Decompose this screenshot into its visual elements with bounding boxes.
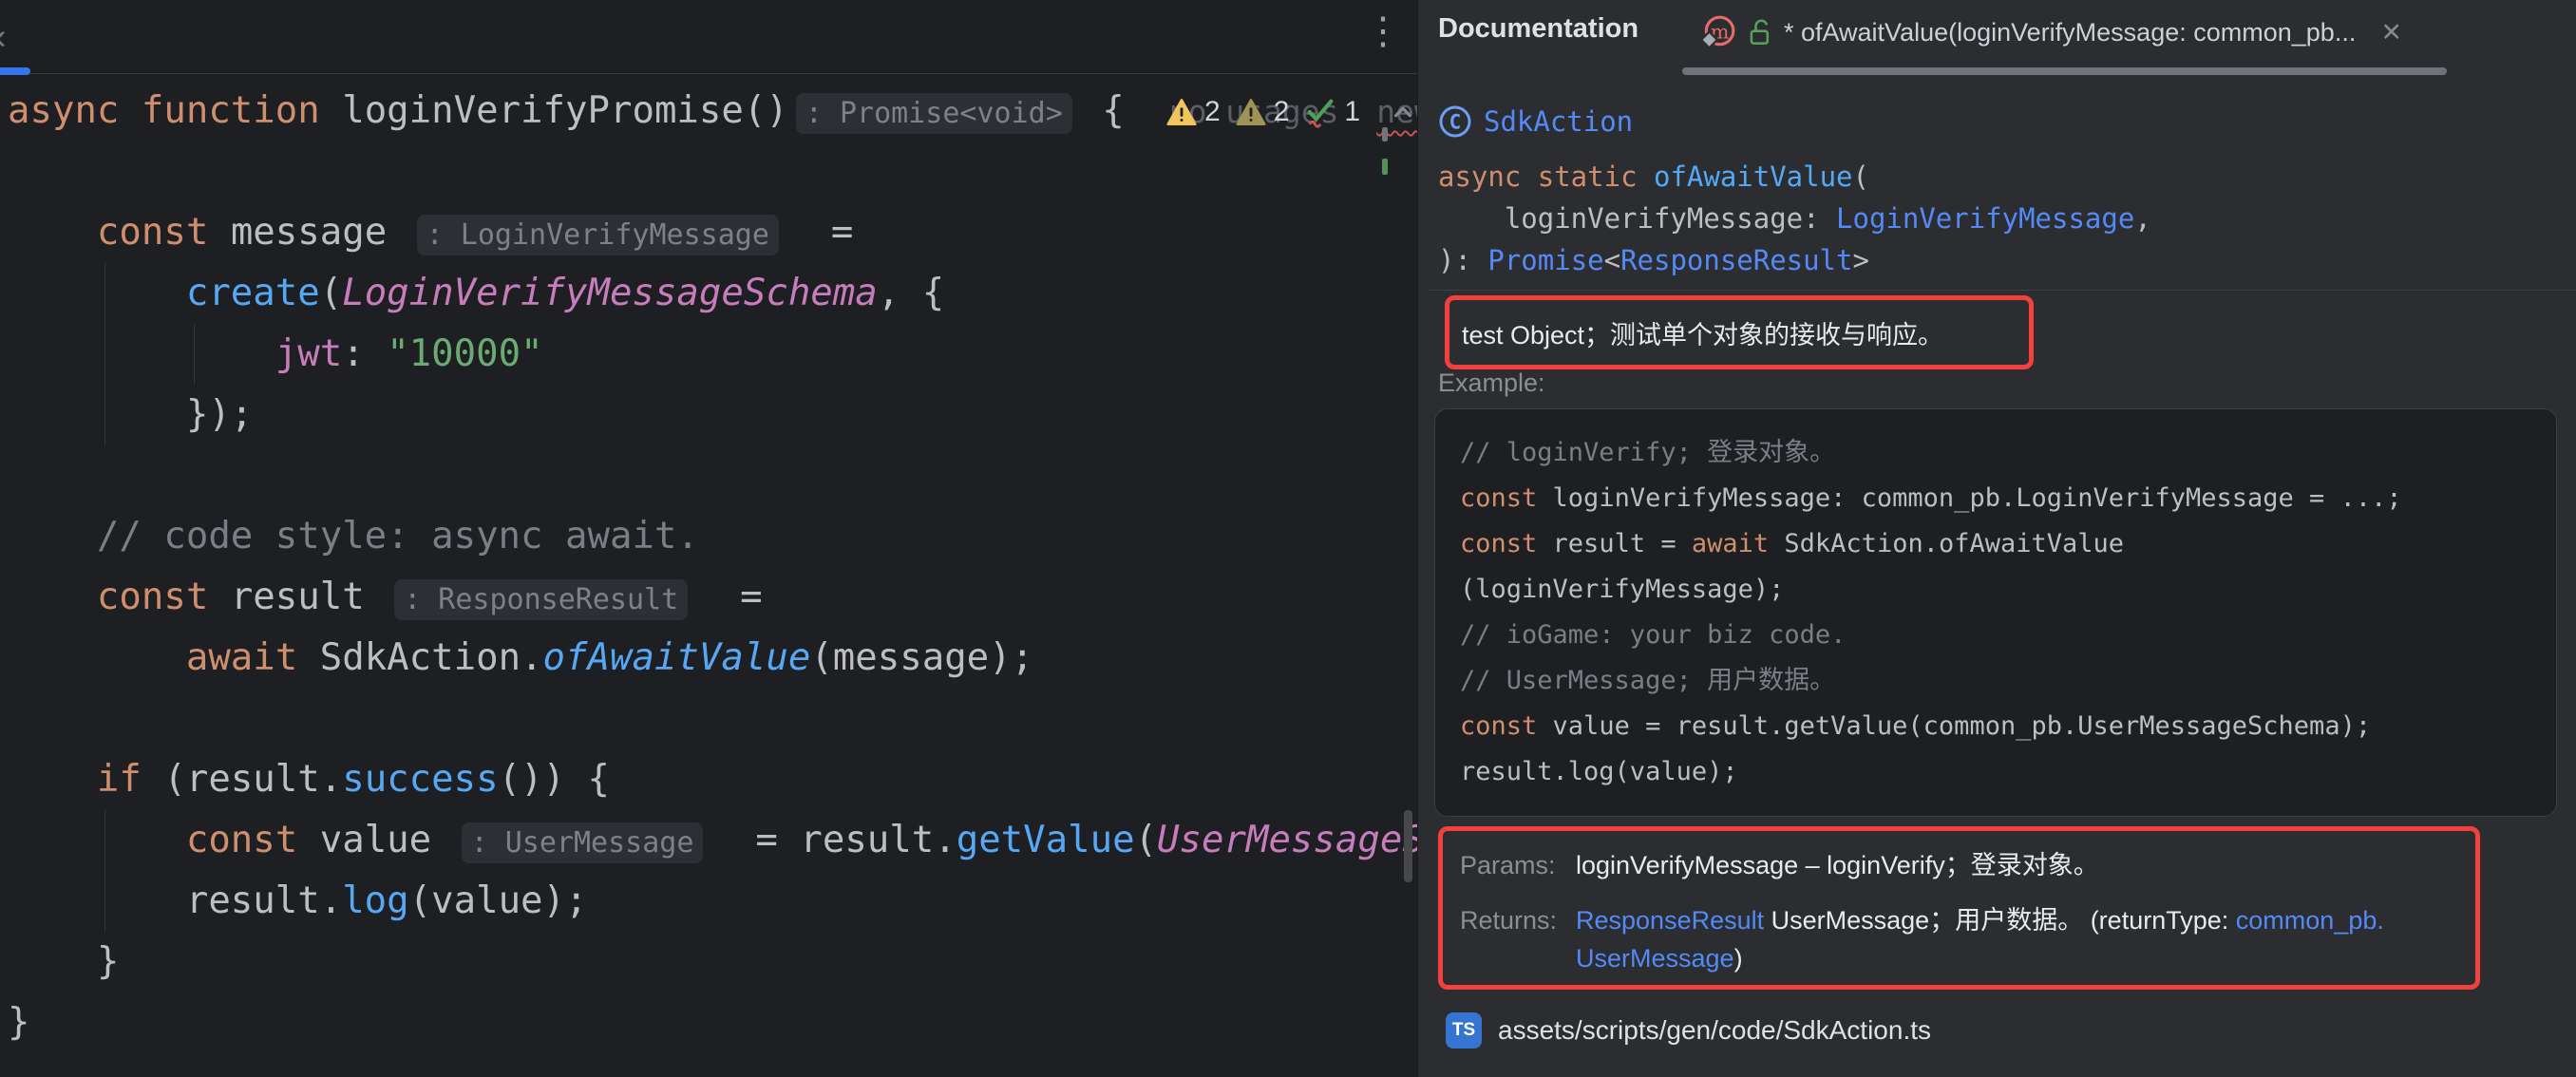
class-icon: C [1438, 104, 1472, 139]
panel-title: Documentation [1438, 13, 1638, 45]
source-file-path[interactable]: assets/scripts/gen/code/SdkAction.ts [1498, 1015, 1931, 1046]
class-name-link[interactable]: SdkAction [1484, 105, 1633, 138]
unlocked-icon [1748, 17, 1772, 47]
params-row: Params: loginVerifyMessage – loginVerify… [1460, 846, 2458, 884]
editor-scrollbar-thumb[interactable] [1404, 810, 1412, 882]
tab-underline [1682, 67, 2447, 75]
example-code-block: // loginVerify; 登录对象。const loginVerifyMe… [1434, 408, 2557, 817]
method-icon: m [1700, 14, 1736, 50]
back-chevron-icon[interactable]: ‹ [0, 17, 7, 58]
svg-text:C: C [1449, 111, 1462, 134]
warning-count: 2 [1204, 96, 1221, 128]
weak-warning-icon[interactable] [1236, 98, 1266, 126]
method-description: test Object；测试单个对象的接收与响应。 [1462, 314, 1943, 351]
annotation-box-description: test Object；测试单个对象的接收与响应。 [1445, 295, 2034, 369]
params-label: Params: [1460, 846, 1576, 884]
returns-value: ResponseResult UserMessage；用户数据。 (return… [1576, 901, 2384, 977]
returns-row: Returns: ResponseResult UserMessage；用户数据… [1460, 901, 2458, 977]
source-file-row[interactable]: TS assets/scripts/gen/code/SdkAction.ts [1446, 1012, 1931, 1049]
example-label: Example: [1438, 368, 1545, 398]
indent-guide [194, 324, 195, 385]
code-area[interactable]: async function loginVerifyPromise(): Pro… [8, 81, 1417, 1053]
section-divider [1428, 290, 2576, 291]
method-signature: async static ofAwaitValue( loginVerifyMe… [1438, 156, 2151, 281]
code-editor[interactable]: ‹ ⋮ async function loginVerifyPromise():… [0, 0, 1417, 1077]
params-value: loginVerifyMessage – loginVerify；登录对象。 [1576, 846, 2099, 884]
editor-tab-bar: ‹ ⋮ [0, 0, 1417, 74]
annotation-box-params-returns: Params: loginVerifyMessage – loginVerify… [1438, 826, 2480, 990]
tab-label: * ofAwaitValue(loginVerifyMessage: commo… [1784, 18, 2356, 47]
indent-guide [104, 263, 105, 445]
inspection-widget: 2 2 1 [1166, 91, 1417, 133]
class-link-row[interactable]: C SdkAction [1438, 104, 1633, 139]
active-tab-indicator [0, 67, 30, 75]
code-lines: async function loginVerifyPromise(): Pro… [8, 81, 1417, 1053]
typescript-file-icon: TS [1446, 1012, 1482, 1049]
returns-label: Returns: [1460, 901, 1576, 977]
error-stripe-mark[interactable] [1382, 127, 1388, 142]
documentation-tab[interactable]: m * ofAwaitValue(loginVerifyMessage: com… [1700, 8, 2402, 57]
documentation-panel: Documentation m * ofAwaitValue(loginVeri… [1417, 0, 2576, 1077]
weak-warning-count: 2 [1274, 96, 1290, 128]
change-marker-green[interactable] [1382, 159, 1388, 175]
indent-guide [104, 810, 105, 932]
ok-check-icon[interactable] [1304, 96, 1336, 128]
more-options-icon[interactable]: ⋮ [1364, 9, 1402, 53]
close-icon[interactable]: ✕ [2380, 18, 2402, 47]
prev-problem-chevron-icon[interactable] [1389, 98, 1417, 126]
ok-count: 1 [1344, 96, 1360, 128]
warning-icon[interactable] [1166, 98, 1197, 126]
